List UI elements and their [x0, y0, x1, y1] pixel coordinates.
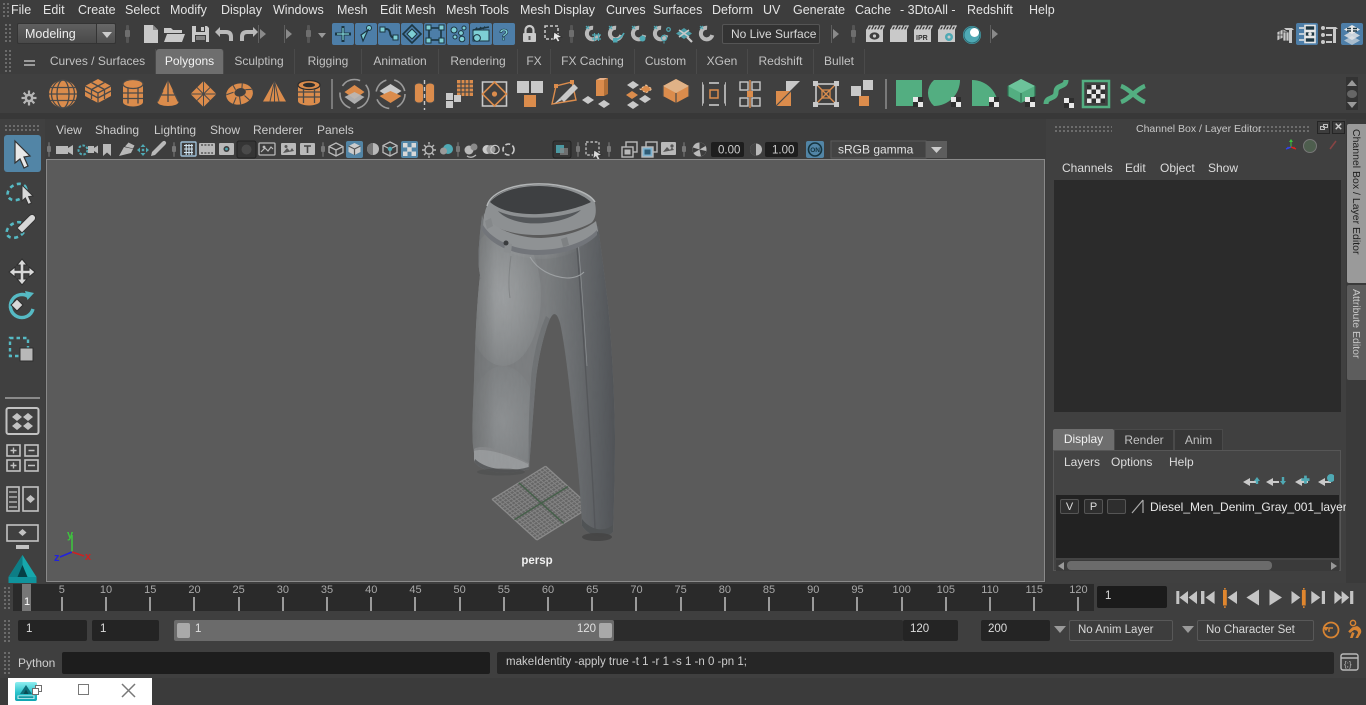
svg-text:1.00: 1.00 [772, 145, 794, 157]
svg-text:persp: persp [521, 555, 552, 567]
svg-text:ON: ON [810, 147, 820, 154]
svg-text:sRGB gamma: sRGB gamma [838, 143, 914, 157]
svg-text:0.00: 0.00 [718, 145, 740, 157]
svg-text:z: z [54, 552, 60, 564]
svg-text:y: y [67, 529, 74, 541]
svg-text:?: ? [499, 27, 509, 44]
svg-text:x: x [85, 551, 92, 563]
svg-text:IPR: IPR [916, 35, 928, 42]
svg-text:{;}: {;} [1344, 660, 1352, 669]
